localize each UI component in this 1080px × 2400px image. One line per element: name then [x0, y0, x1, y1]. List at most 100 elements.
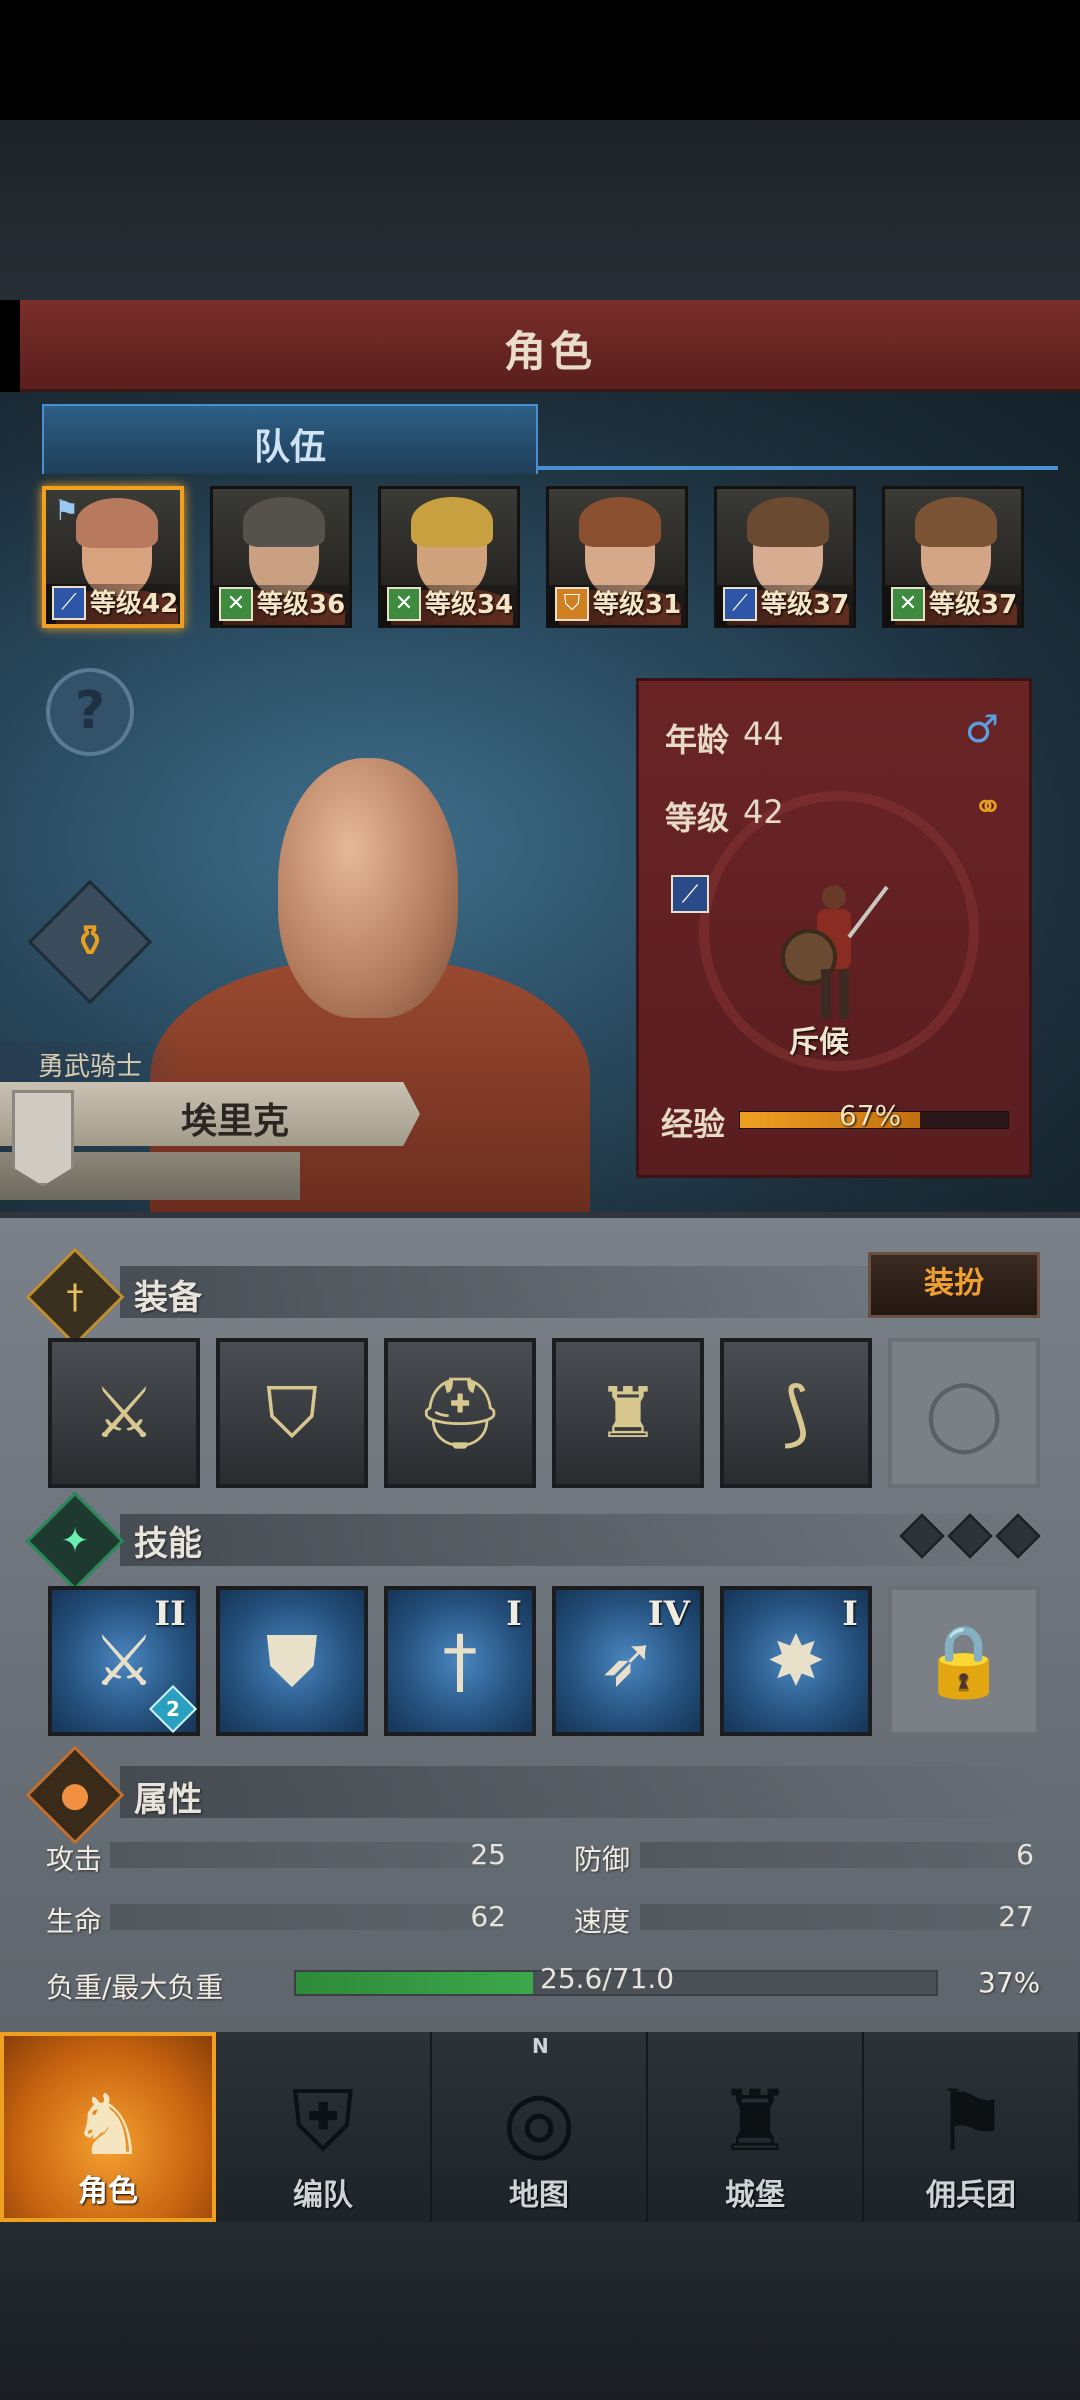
- exp-label: 经验: [661, 1105, 726, 1143]
- shield-icon: ⛉: [265, 1372, 319, 1454]
- question-icon: ?: [74, 681, 106, 741]
- knight-icon: ♞: [70, 2076, 146, 2174]
- roster-portrait[interactable]: ⟋ 等级37: [714, 486, 856, 628]
- portrait-level-bar: ✕ 等级36: [213, 585, 349, 625]
- helmet-icon: ⛨: [291, 2072, 355, 2170]
- skill-locked[interactable]: 🔒: [888, 1586, 1040, 1736]
- nav-label: 佣兵团: [926, 2178, 1016, 2213]
- load-label: 负重/最大负重: [46, 1971, 224, 2004]
- sword-icon: ⟋: [671, 875, 709, 913]
- heraldry-shield-icon[interactable]: [12, 1090, 74, 1186]
- scout-figure: [781, 885, 889, 1019]
- portrait-level: 等级36: [257, 590, 346, 620]
- sword-icon: ⟋: [723, 587, 757, 621]
- portrait-level-bar: ✕ 等级37: [885, 585, 1021, 625]
- portrait-hair: [747, 497, 829, 547]
- speed-value: 27: [998, 1900, 1034, 1933]
- roster-portrait[interactable]: ✕ 等级37: [882, 486, 1024, 628]
- roster-portrait[interactable]: ⛉ 等级31: [546, 486, 688, 628]
- boots-slot[interactable]: ⟆: [720, 1338, 872, 1488]
- helmet-slot[interactable]: ⛑: [384, 1338, 536, 1488]
- portrait-level-bar: ⟋ 等级42: [46, 584, 180, 624]
- skill-bird[interactable]: ➶ IV: [552, 1586, 704, 1736]
- nav-map[interactable]: ◎ 地图: [432, 2032, 648, 2222]
- page-title: 角色: [503, 327, 596, 376]
- skills-title: 技能: [134, 1524, 202, 1564]
- game-screen: 角色 队伍 ⚑ ⟋ 等级42 ✕ 等级36 ✕ 等级34 ⛉ 等级31 ⟋ 等级37 ✕ 等级37 ? …: [0, 0, 1080, 2400]
- dagger-icon: †: [66, 1277, 84, 1317]
- exp-value: 67%: [839, 1099, 902, 1132]
- portrait-level-bar: ⟋ 等级37: [717, 585, 853, 625]
- portrait-level: 等级37: [929, 590, 1018, 620]
- life-label: 生命: [46, 1905, 103, 1938]
- male-icon: ♂: [964, 707, 999, 751]
- portrait-hair: [243, 497, 325, 547]
- armor-slot[interactable]: ♜: [552, 1338, 704, 1488]
- nav-mercenaries[interactable]: ⚑ 佣兵团: [864, 2032, 1080, 2222]
- load-fill: [296, 1972, 533, 1994]
- roster-portrait[interactable]: ✕ 等级36: [210, 486, 352, 628]
- attributes-title: 属性: [134, 1780, 202, 1820]
- role-name: 斥候: [789, 1025, 849, 1060]
- portrait-level-bar: ⛉ 等级31: [549, 585, 685, 625]
- portrait-level: 等级37: [761, 590, 850, 620]
- armor-icon: ♜: [596, 1372, 660, 1454]
- sword-icon: ⟋: [52, 586, 86, 620]
- lock-icon: 🔒: [920, 1620, 1008, 1702]
- person-icon: ●: [60, 1775, 90, 1815]
- skill-blades[interactable]: ⚔ II 2: [48, 1586, 200, 1736]
- portrait-hair: [76, 498, 158, 548]
- attributes-header-band: [120, 1766, 1040, 1818]
- level-label: 等级: [665, 799, 730, 837]
- attack-value: 25: [470, 1838, 506, 1871]
- help-button[interactable]: ?: [46, 668, 134, 756]
- hero-title: 勇武骑士: [38, 1052, 143, 1082]
- age-value: 44: [743, 715, 784, 753]
- age-label: 年龄: [665, 721, 730, 759]
- ring-icon: ◯: [924, 1372, 1004, 1454]
- helmet-icon: ⛑: [415, 1372, 505, 1454]
- bow-icon: ✕: [891, 587, 925, 621]
- tab-team[interactable]: 队伍: [42, 404, 538, 474]
- top-background: [0, 120, 1080, 300]
- dress-button[interactable]: 装扮: [868, 1252, 1040, 1318]
- nav-character[interactable]: ♞ 角色: [0, 2032, 216, 2222]
- equipment-title: 装备: [134, 1278, 202, 1318]
- nav-formation[interactable]: ⛨ 编队: [216, 2032, 432, 2222]
- skill-rank: I: [842, 1594, 858, 1634]
- castle-icon: ♜: [717, 2072, 793, 2170]
- skill-rank: II: [154, 1594, 186, 1634]
- bow-icon: ✕: [387, 587, 421, 621]
- portrait-level-bar: ✕ 等级34: [381, 585, 517, 625]
- tab-team-label: 队伍: [253, 427, 326, 468]
- banner-icon: ⚑: [933, 2072, 1009, 2170]
- level-value: 42: [743, 793, 784, 831]
- nav-label: 编队: [293, 2178, 353, 2213]
- portrait-hair: [411, 497, 493, 547]
- roster-portrait[interactable]: ⚑ ⟋ 等级42: [42, 486, 184, 628]
- status-bar: [0, 0, 1080, 120]
- portrait-level: 等级42: [90, 589, 179, 619]
- skill-rank: I: [506, 1594, 522, 1634]
- nav-label: 城堡: [725, 2178, 785, 2213]
- sword-slot[interactable]: ⚔: [48, 1338, 200, 1488]
- roster-portrait[interactable]: ✕ 等级34: [378, 486, 520, 628]
- nav-castle[interactable]: ♜ 城堡: [648, 2032, 864, 2222]
- bow-icon: ✕: [219, 587, 253, 621]
- ring-slot[interactable]: ◯: [888, 1338, 1040, 1488]
- skill-shield-bird[interactable]: ⛊: [216, 1586, 368, 1736]
- portrait-hair: [915, 497, 997, 547]
- defense-label: 防御: [574, 1843, 631, 1876]
- skill-shield-burst[interactable]: ✸ I: [720, 1586, 872, 1736]
- speed-label: 速度: [574, 1905, 631, 1938]
- load-percent: 37%: [978, 1966, 1041, 1999]
- compass-north-label: N: [532, 2034, 549, 2058]
- flag-icon: ⚑: [54, 494, 80, 527]
- skill-swords[interactable]: † I: [384, 1586, 536, 1736]
- compass-icon: ◎: [502, 2072, 576, 2170]
- potion-icon: ⚱: [71, 916, 109, 967]
- boots-icon: ⟆: [782, 1372, 810, 1454]
- shield-slot[interactable]: ⛉: [216, 1338, 368, 1488]
- skill-shield-bird-icon: ⛊: [265, 1620, 319, 1702]
- portrait-level: 等级34: [425, 590, 514, 620]
